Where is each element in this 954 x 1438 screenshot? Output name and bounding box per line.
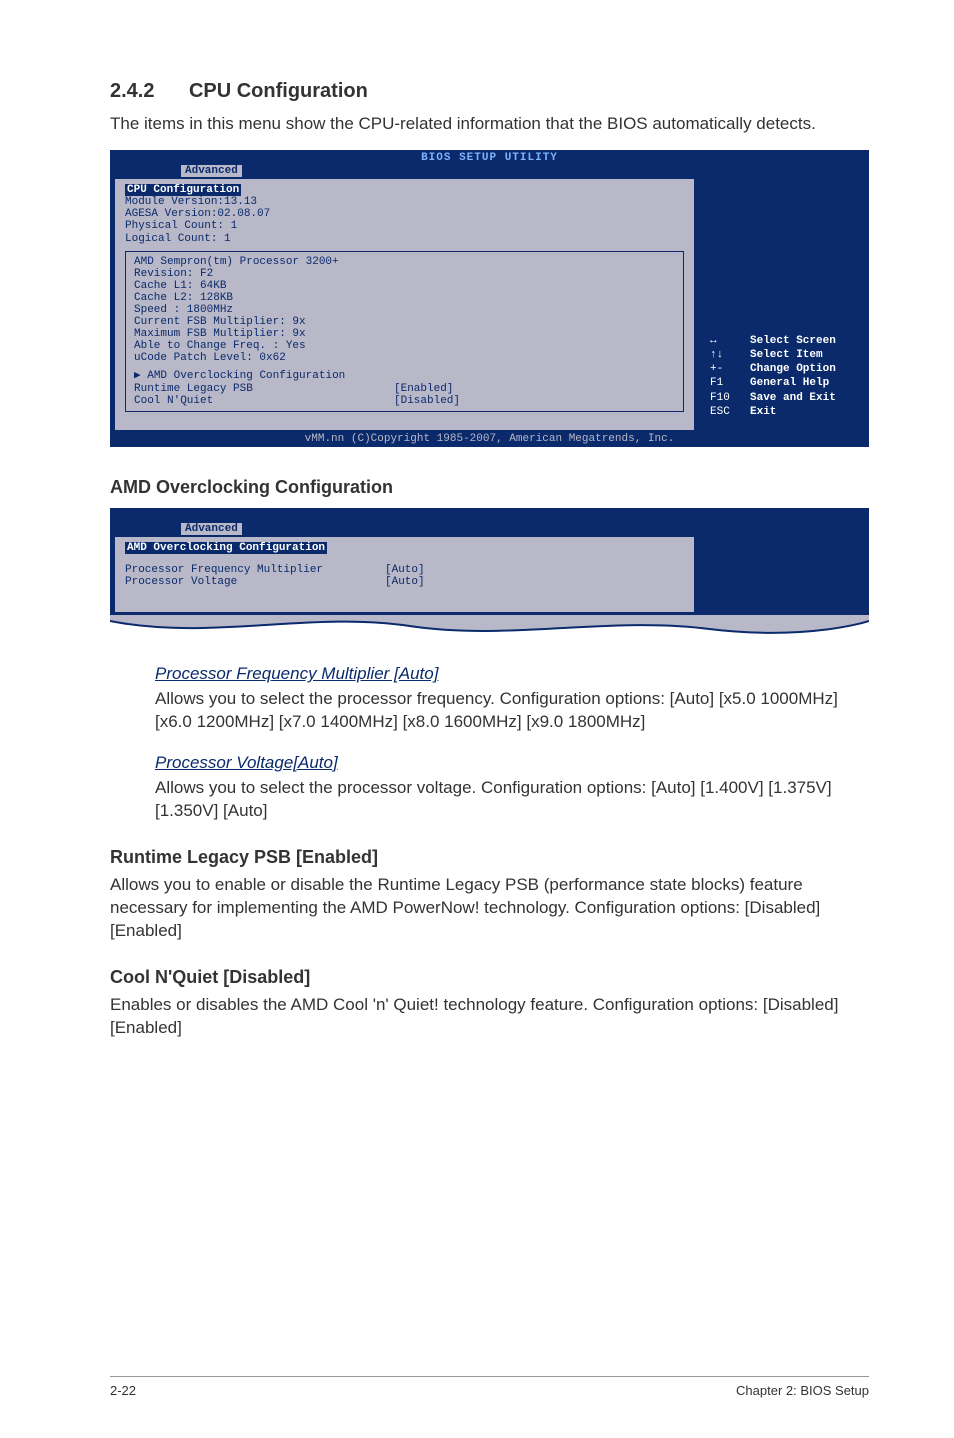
bios-options-group: Processor Frequency Multiplier [Auto] Pr… xyxy=(125,560,684,592)
bios-info-line: Physical Count: 1 xyxy=(125,220,684,232)
amd-overclocking-heading: AMD Overclocking Configuration xyxy=(110,477,869,498)
bios-help-row: +-Change Option xyxy=(710,363,852,375)
bios-cpu-details: AMD Sempron(tm) Processor 3200+ Revision… xyxy=(125,251,684,412)
bios-detail-line: Maximum FSB Multiplier: 9x xyxy=(134,328,675,340)
bios-info-line: Logical Count: 1 xyxy=(125,233,684,245)
help-label: Change Option xyxy=(750,363,836,375)
help-key: ↑↓ xyxy=(710,349,750,361)
bios-help-row: F10Save and Exit xyxy=(710,392,852,404)
bios-option-value: [Auto] xyxy=(385,564,425,576)
runtime-legacy-heading: Runtime Legacy PSB [Enabled] xyxy=(110,847,869,868)
option-title: Processor Frequency Multiplier [Auto] xyxy=(155,663,869,686)
bios-option-row[interactable]: Cool N'Quiet [Disabled] xyxy=(134,395,675,407)
bios-help-row: ESCExit xyxy=(710,406,852,418)
help-key: ↔ xyxy=(710,335,750,347)
bios-detail-line: AMD Sempron(tm) Processor 3200+ xyxy=(134,256,675,268)
bios-option-row[interactable]: ▶ AMD Overclocking Configuration xyxy=(134,370,675,382)
bios-detail-line: uCode Patch Level: 0x62 xyxy=(134,352,675,364)
help-label: Select Item xyxy=(750,349,823,361)
bios-detail-line: Revision: F2 xyxy=(134,268,675,280)
bios-tab-bar: Advanced xyxy=(111,523,868,535)
bios-option-label: Processor Frequency Multiplier xyxy=(125,564,385,576)
bios-option-label: Processor Voltage xyxy=(125,576,385,588)
processor-voltage-block: Processor Voltage[Auto] Allows you to se… xyxy=(155,752,869,823)
runtime-legacy-body: Allows you to enable or disable the Runt… xyxy=(110,874,869,943)
bios-option-label: Cool N'Quiet xyxy=(134,395,394,407)
bios-left-panel: AMD Overclocking Configuration Processor… xyxy=(115,537,694,612)
bios-option-row[interactable]: Processor Voltage [Auto] xyxy=(125,576,676,588)
torn-edge xyxy=(110,615,869,645)
bios-title: BIOS SETUP UTILITY xyxy=(111,509,868,523)
bios-tab-advanced[interactable]: Advanced xyxy=(181,165,242,177)
option-body: Allows you to select the processor volta… xyxy=(155,778,832,820)
chapter-label: Chapter 2: BIOS Setup xyxy=(736,1383,869,1398)
help-label: General Help xyxy=(750,377,829,389)
bios-detail-line: Speed : 1800MHz xyxy=(134,304,675,316)
bios-info-line: AGESA Version:02.08.07 xyxy=(125,208,684,220)
help-label: Exit xyxy=(750,406,776,418)
bios-help-panel xyxy=(694,537,864,612)
section-number: 2.4.2 xyxy=(110,80,154,102)
bios-option-row[interactable]: Processor Frequency Multiplier [Auto] xyxy=(125,564,676,576)
bios-option-value: [Auto] xyxy=(385,576,425,588)
processor-freq-block: Processor Frequency Multiplier [Auto] Al… xyxy=(155,663,869,734)
bios-copyright: vMM.nn (C)Copyright 1985-2007, American … xyxy=(111,432,868,446)
bios-detail-line: Able to Change Freq. : Yes xyxy=(134,340,675,352)
bios-help-panel: ↔Select Screen ↑↓Select Item +-Change Op… xyxy=(694,179,864,430)
bios-tab-bar: Advanced xyxy=(111,165,868,177)
section-heading: 2.4.2 CPU Configuration xyxy=(110,80,869,103)
bios-option-value: [Disabled] xyxy=(394,395,460,407)
option-body: Allows you to select the processor frequ… xyxy=(155,689,838,731)
bios-option-row[interactable]: Runtime Legacy PSB [Enabled] xyxy=(134,383,675,395)
bios-detail-line: Current FSB Multiplier: 9x xyxy=(134,316,675,328)
bios-panel-header: CPU Configuration xyxy=(125,184,241,196)
bios-option-value: [Enabled] xyxy=(394,383,453,395)
bios-left-panel: CPU Configuration Module Version:13.13 A… xyxy=(115,179,694,430)
bios-detail-line: Cache L2: 128KB xyxy=(134,292,675,304)
bios-detail-line: Cache L1: 64KB xyxy=(134,280,675,292)
cool-nquiet-heading: Cool N'Quiet [Disabled] xyxy=(110,967,869,988)
help-key: ESC xyxy=(710,406,750,418)
bios-panel-header: AMD Overclocking Configuration xyxy=(125,542,327,554)
bios-help-row: ↑↓Select Item xyxy=(710,349,852,361)
bios-info-line: Module Version:13.13 xyxy=(125,196,684,208)
bios-help-row: F1General Help xyxy=(710,377,852,389)
section-title: CPU Configuration xyxy=(189,80,368,102)
bios-tab-advanced[interactable]: Advanced xyxy=(181,523,242,535)
help-key: +- xyxy=(710,363,750,375)
help-label: Save and Exit xyxy=(750,392,836,404)
help-label: Select Screen xyxy=(750,335,836,347)
bios-option-label: Runtime Legacy PSB xyxy=(134,383,394,395)
bios-screenshot-amd: BIOS SETUP UTILITY Advanced AMD Overcloc… xyxy=(110,508,869,615)
help-key: F10 xyxy=(710,392,750,404)
page-number: 2-22 xyxy=(110,1383,136,1398)
help-key: F1 xyxy=(710,377,750,389)
page-footer: 2-22 Chapter 2: BIOS Setup xyxy=(110,1376,869,1398)
option-title: Processor Voltage[Auto] xyxy=(155,752,869,775)
bios-title: BIOS SETUP UTILITY xyxy=(111,151,868,165)
bios-screenshot-main: BIOS SETUP UTILITY Advanced CPU Configur… xyxy=(110,150,869,447)
intro-paragraph: The items in this menu show the CPU-rela… xyxy=(110,113,869,136)
bios-help-row: ↔Select Screen xyxy=(710,335,852,347)
bios-option-label: ▶ AMD Overclocking Configuration xyxy=(134,370,394,382)
cool-nquiet-body: Enables or disables the AMD Cool 'n' Qui… xyxy=(110,994,869,1040)
